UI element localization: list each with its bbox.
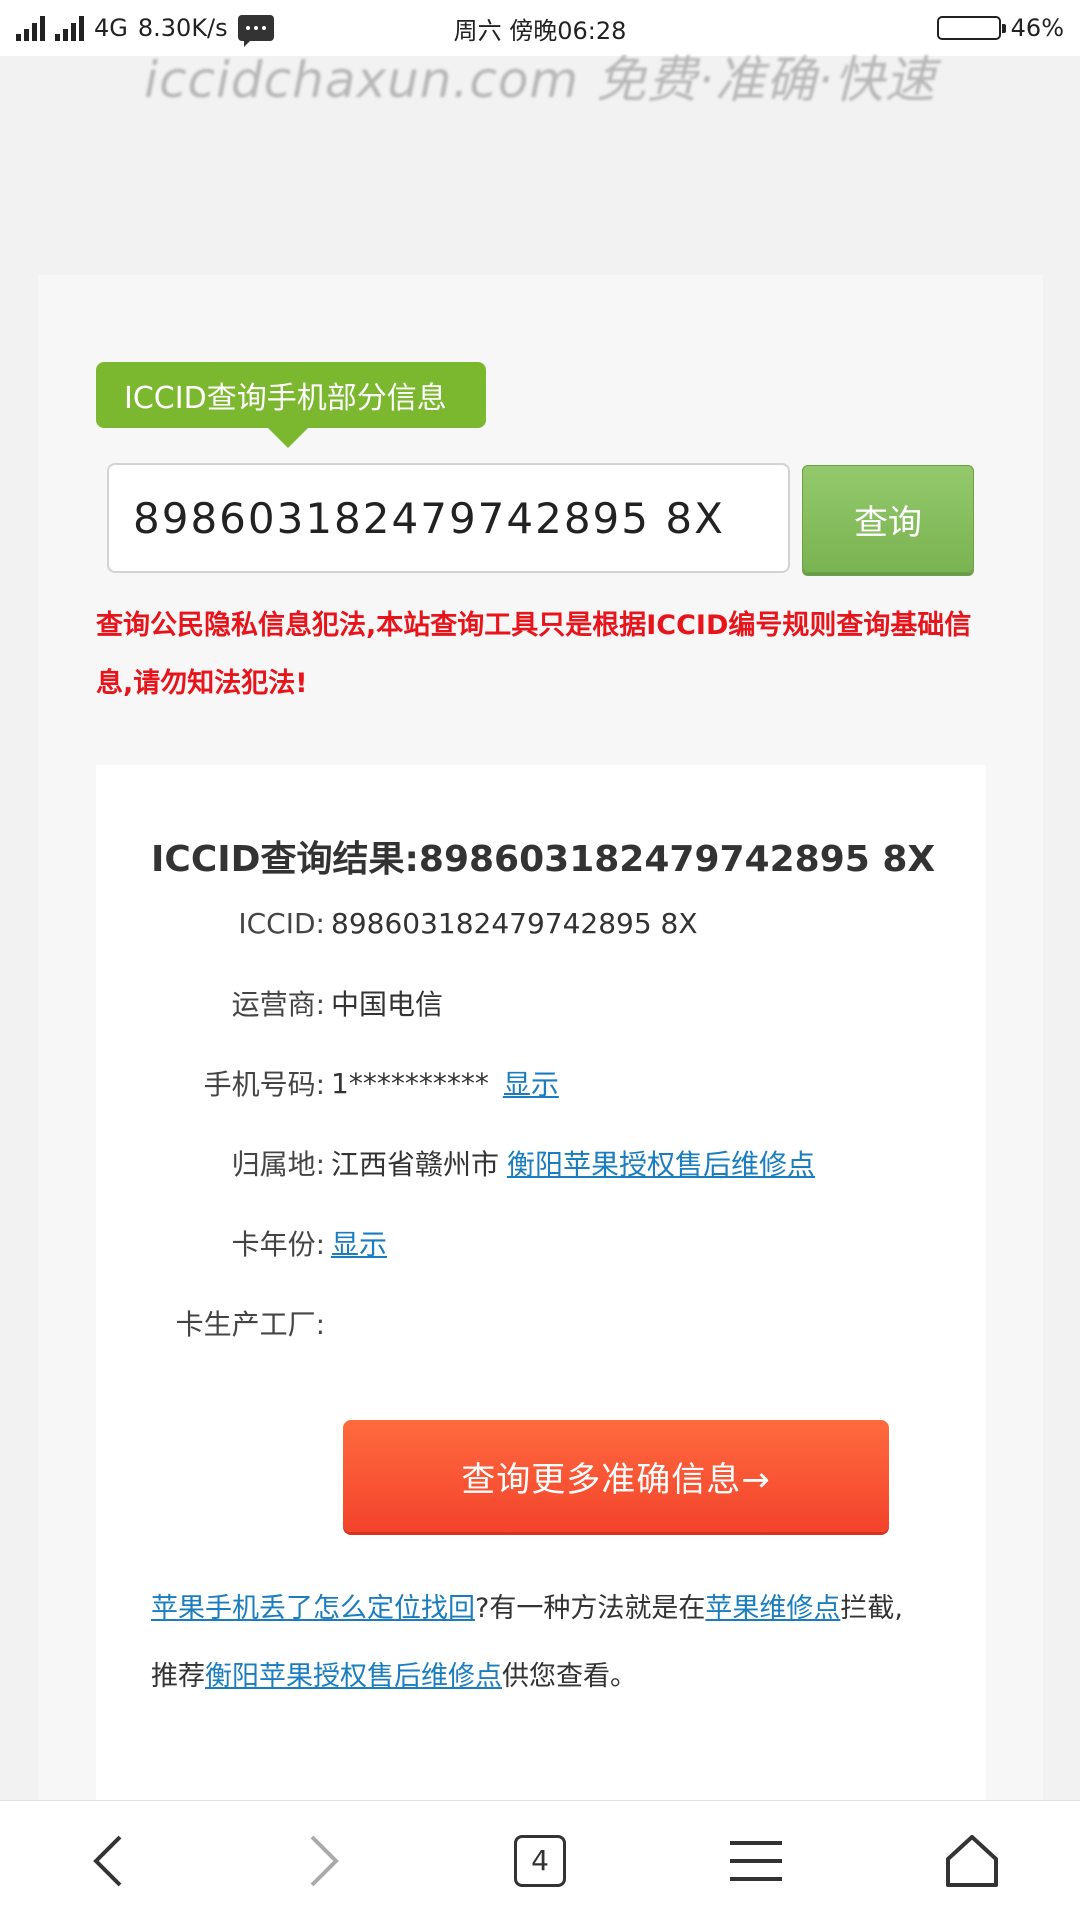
iccid-input[interactable]	[107, 463, 790, 573]
repair-shop-link[interactable]: 衡阳苹果授权售后维修点	[507, 1143, 815, 1183]
site-slogan: iccidchaxun.com 免费·准确·快速	[144, 51, 936, 109]
row-card-year: 卡年份: 显示	[96, 1218, 986, 1268]
row-phone-number: 手机号码: 1********** 显示	[96, 1058, 986, 1108]
promo-text-3: 推荐	[151, 1661, 205, 1692]
forward-button[interactable]	[264, 1811, 384, 1911]
home-icon	[946, 1834, 998, 1887]
status-left: 4G 8.30K/s	[16, 14, 274, 47]
row-value: 898603182479742895 8X	[331, 906, 698, 940]
repair-point-link[interactable]: 苹果维修点	[705, 1593, 840, 1624]
show-phone-link[interactable]: 显示	[503, 1063, 559, 1103]
row-location: 归属地: 江西省赣州市 衡阳苹果授权售后维修点	[96, 1138, 986, 1188]
query-tag: ICCID查询手机部分信息	[96, 362, 486, 448]
row-label: 卡生产工厂:	[175, 1308, 325, 1341]
status-right: 46%	[936, 14, 1064, 42]
row-value: 江西省赣州市	[331, 1148, 500, 1181]
row-iccid: ICCID: 898603182479742895 8X	[96, 898, 986, 948]
find-iphone-link[interactable]: 苹果手机丢了怎么定位找回	[151, 1593, 475, 1624]
forward-icon	[310, 1835, 339, 1886]
signal-icon-2	[55, 15, 84, 41]
legal-warning: 查询公民隐私信息犯法,本站查询工具只是根据ICCID编号规则查询基础信息,请勿知…	[96, 610, 972, 699]
message-icon	[237, 15, 274, 47]
row-label: 运营商:	[231, 988, 325, 1021]
show-year-link[interactable]: 显示	[331, 1223, 387, 1263]
row-label: 手机号码:	[203, 1068, 325, 1101]
tabs-button[interactable]: 4	[480, 1811, 600, 1911]
query-button[interactable]: 查询	[802, 465, 974, 573]
promo-text-1: ?有一种方法就是在	[475, 1593, 706, 1624]
hengyang-repair-link[interactable]: 衡阳苹果授权售后维修点	[205, 1661, 502, 1692]
promo-text: 苹果手机丢了怎么定位找回?有一种方法就是在苹果维修点拦截, 推荐衡阳苹果授权售后…	[151, 1575, 951, 1711]
battery-percent: 46%	[1010, 14, 1064, 42]
row-carrier: 运营商: 中国电信	[96, 978, 986, 1028]
battery-icon	[936, 16, 1006, 40]
query-card: ICCID查询手机部分信息 查询 查询公民隐私信息犯法,本站查询工具只是根据IC…	[38, 275, 1043, 1805]
browser-bottom-nav: 4	[0, 1800, 1080, 1920]
promo-text-2: 拦截,	[840, 1593, 903, 1624]
result-panel: ICCID查询结果:898603182479742895 8X ICCID: 8…	[96, 765, 986, 1805]
row-value: 1**********	[331, 1066, 489, 1100]
row-value: 中国电信	[331, 988, 444, 1021]
signal-icon	[16, 15, 45, 41]
tab-count-icon: 4	[514, 1834, 566, 1887]
home-button[interactable]	[912, 1811, 1032, 1911]
row-label: ICCID:	[238, 906, 325, 940]
menu-button[interactable]	[696, 1811, 816, 1911]
promo-text-4: 供您查看。	[502, 1661, 637, 1692]
network-speed: 8.30K/s	[137, 14, 228, 42]
result-title: ICCID查询结果:898603182479742895 8X	[151, 839, 936, 880]
more-info-button[interactable]: 查询更多准确信息→	[343, 1420, 889, 1532]
row-label: 归属地:	[231, 1148, 325, 1181]
row-label: 卡年份:	[231, 1228, 325, 1261]
back-icon	[93, 1835, 122, 1886]
row-card-factory: 卡生产工厂:	[96, 1298, 986, 1348]
network-type: 4G	[94, 14, 128, 42]
back-button[interactable]	[48, 1811, 168, 1911]
menu-icon	[730, 1840, 782, 1881]
